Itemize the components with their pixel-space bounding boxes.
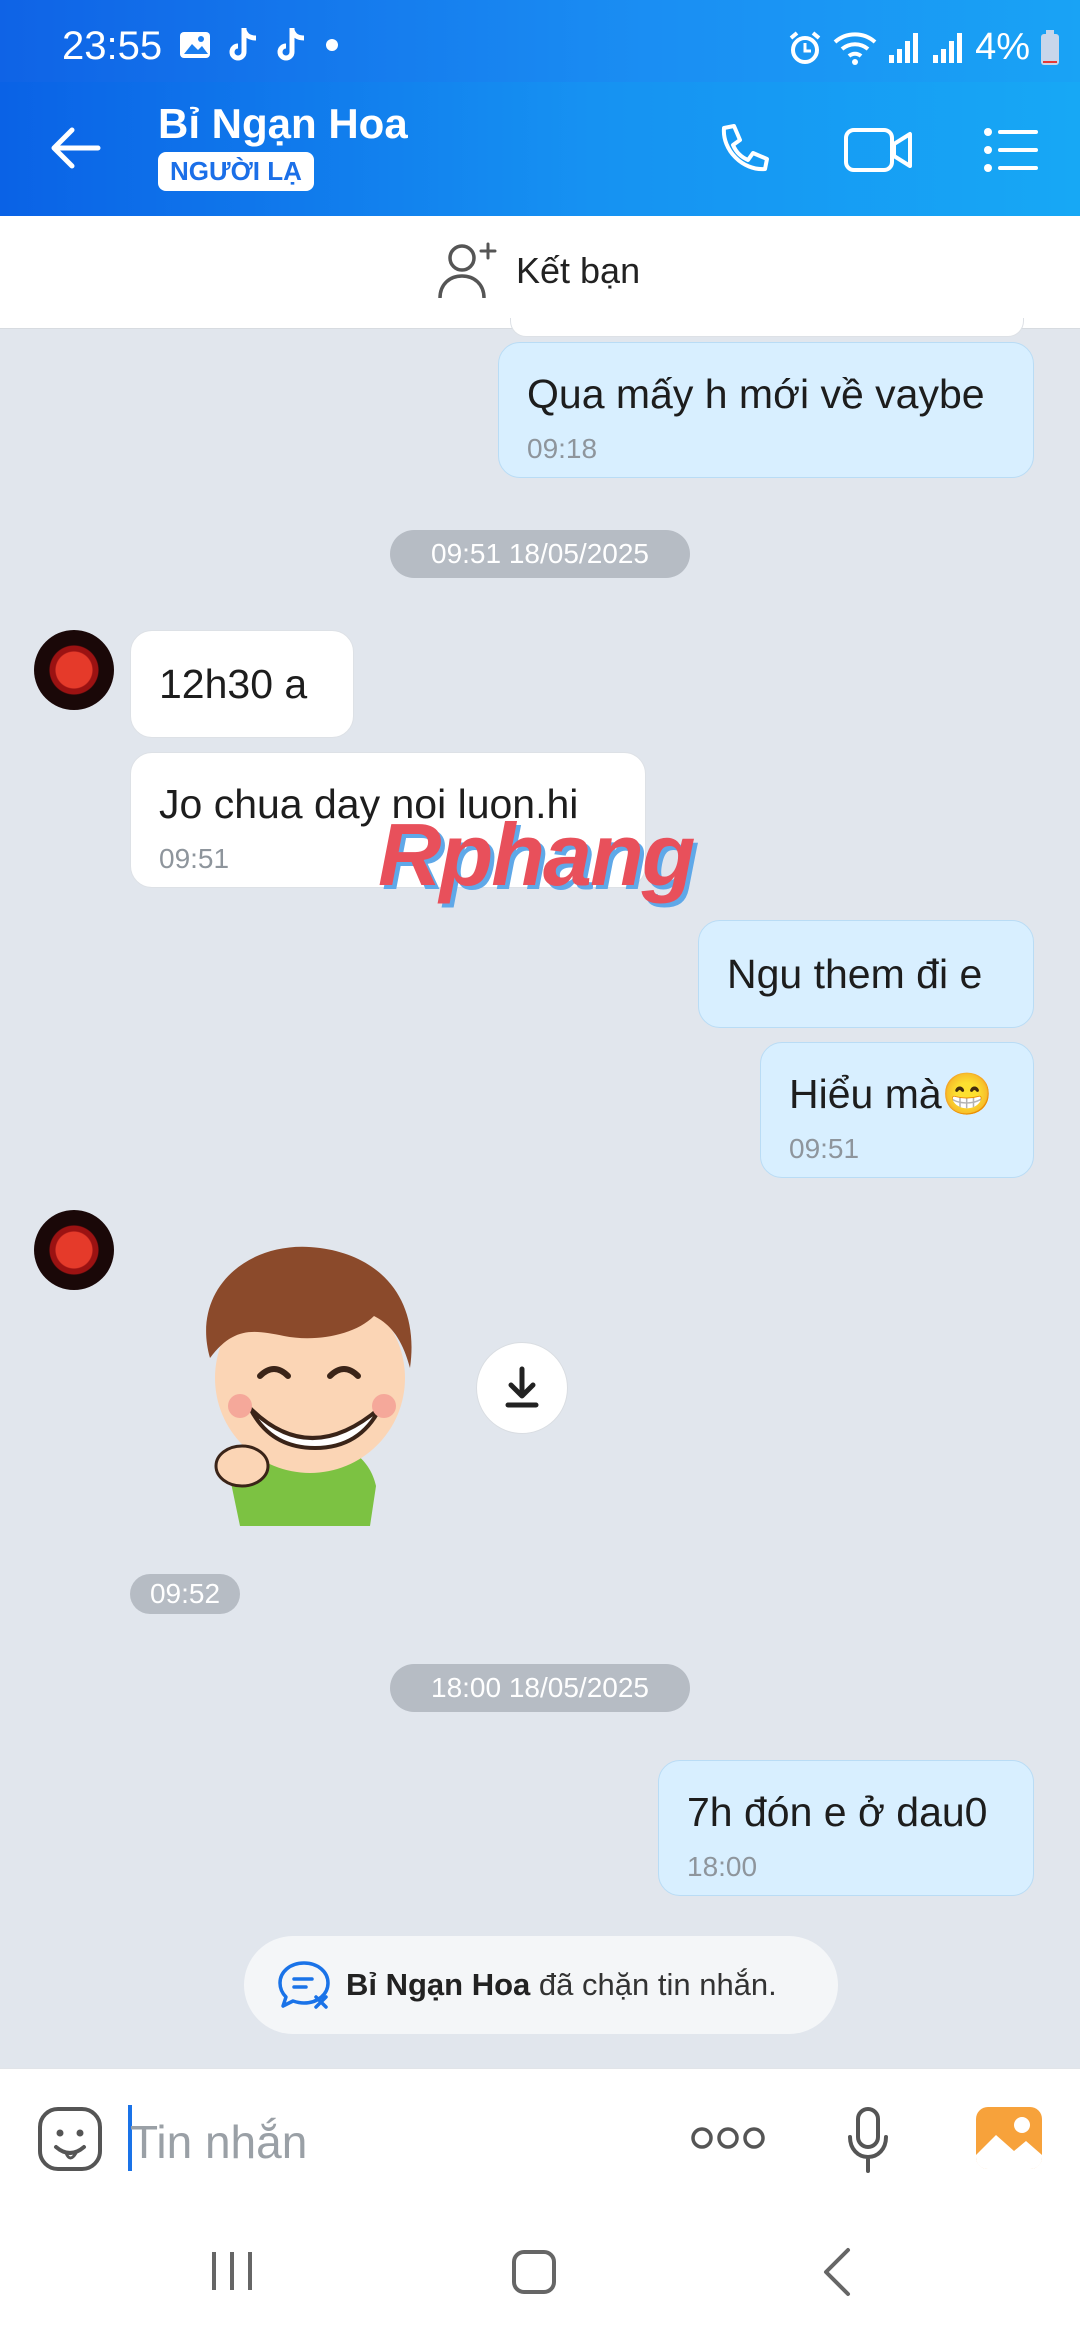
chat-header: Bỉ Ngạn Hoa NGƯỜI LẠ [0,82,1080,216]
message-bubble-sent[interactable]: Qua mấy h mới về vaybe 09:18 [498,342,1034,478]
wifi-icon [833,31,877,65]
status-bar: 23:55 4% [0,0,1080,82]
tiktok-notification-icon [229,28,257,61]
emoji-icon[interactable] [36,2105,104,2173]
message-time: 09:18 [527,433,598,464]
composer-bar: Tin nhắn [0,2068,1080,2209]
message-text: 12h30 a [159,661,308,707]
voice-call-icon[interactable] [712,122,772,178]
date-separator: 09:51 18/05/2025 [390,530,690,578]
message-bubble-sent[interactable]: Ngu them đi e [698,920,1034,1028]
blocked-notice: Bỉ Ngạn Hoa đã chặn tin nhắn. [244,1936,838,2034]
image-gallery-icon[interactable] [974,2105,1044,2171]
message-time: 09:51 [159,843,230,874]
message-time: 09:51 [789,1133,860,1164]
message-time: 18:00 [687,1851,758,1882]
contact-avatar[interactable] [34,1210,114,1290]
back-arrow-icon[interactable] [48,120,104,176]
system-back-icon[interactable] [820,2246,854,2298]
add-friend-icon [438,242,497,299]
blocked-notice-name: Bỉ Ngạn Hoa [346,1967,531,2002]
status-time: 23:55 [62,24,163,68]
watermark: Rphang [378,805,696,904]
message-text: Ngu them đi e [727,951,983,997]
more-options-icon[interactable] [690,2123,766,2153]
gallery-notification-icon [180,32,210,58]
message-bubble-sent[interactable]: 7h đón e ở dau0 18:00 [658,1760,1034,1896]
add-friend-label: Kết bạn [516,250,641,291]
message-bubble-cropped [510,318,1024,337]
add-friend-bar: Kết bạn [0,216,1080,329]
video-call-icon[interactable] [842,122,914,178]
message-text: Hiểu mà😁 [789,1071,993,1117]
system-nav-bar [0,2208,1080,2340]
message-bubble-received[interactable]: 12h30 a [130,630,354,738]
message-bubble-sent[interactable]: Hiểu mà😁 09:51 [760,1042,1034,1178]
download-sticker-button[interactable] [476,1342,568,1434]
download-icon [505,1366,539,1408]
blocked-message-icon [278,1961,330,2009]
microphone-icon[interactable] [846,2107,890,2173]
stranger-badge: NGƯỜI LẠ [158,152,314,191]
blocked-notice-text: đã chặn tin nhắn. [538,1967,777,2002]
contact-avatar[interactable] [34,630,114,710]
message-text: 7h đón e ở dau0 [687,1789,988,1835]
battery-percent: 4% [975,26,1030,68]
add-friend-button[interactable]: Kết bạn [436,240,640,302]
more-notifications-dot-icon [326,39,338,51]
menu-list-icon[interactable] [980,122,1040,178]
sticker-image[interactable] [170,1228,450,1538]
tiktok-notification-icon-2 [277,28,305,61]
signal-icon [889,32,919,63]
signal-icon-2 [933,32,963,63]
sticker-time: 09:52 [130,1574,240,1614]
home-icon[interactable] [510,2248,558,2296]
contact-name[interactable]: Bỉ Ngạn Hoa [158,100,408,148]
message-input[interactable]: Tin nhắn [130,2115,307,2169]
battery-icon [1041,29,1059,65]
alarm-icon [789,30,821,64]
date-separator: 18:00 18/05/2025 [390,1664,690,1712]
message-text: Qua mấy h mới về vaybe [527,371,985,417]
message-list[interactable]: Qua mấy h mới về vaybe 09:18 09:51 18/05… [0,318,1080,2068]
recent-apps-icon[interactable] [210,2248,254,2294]
